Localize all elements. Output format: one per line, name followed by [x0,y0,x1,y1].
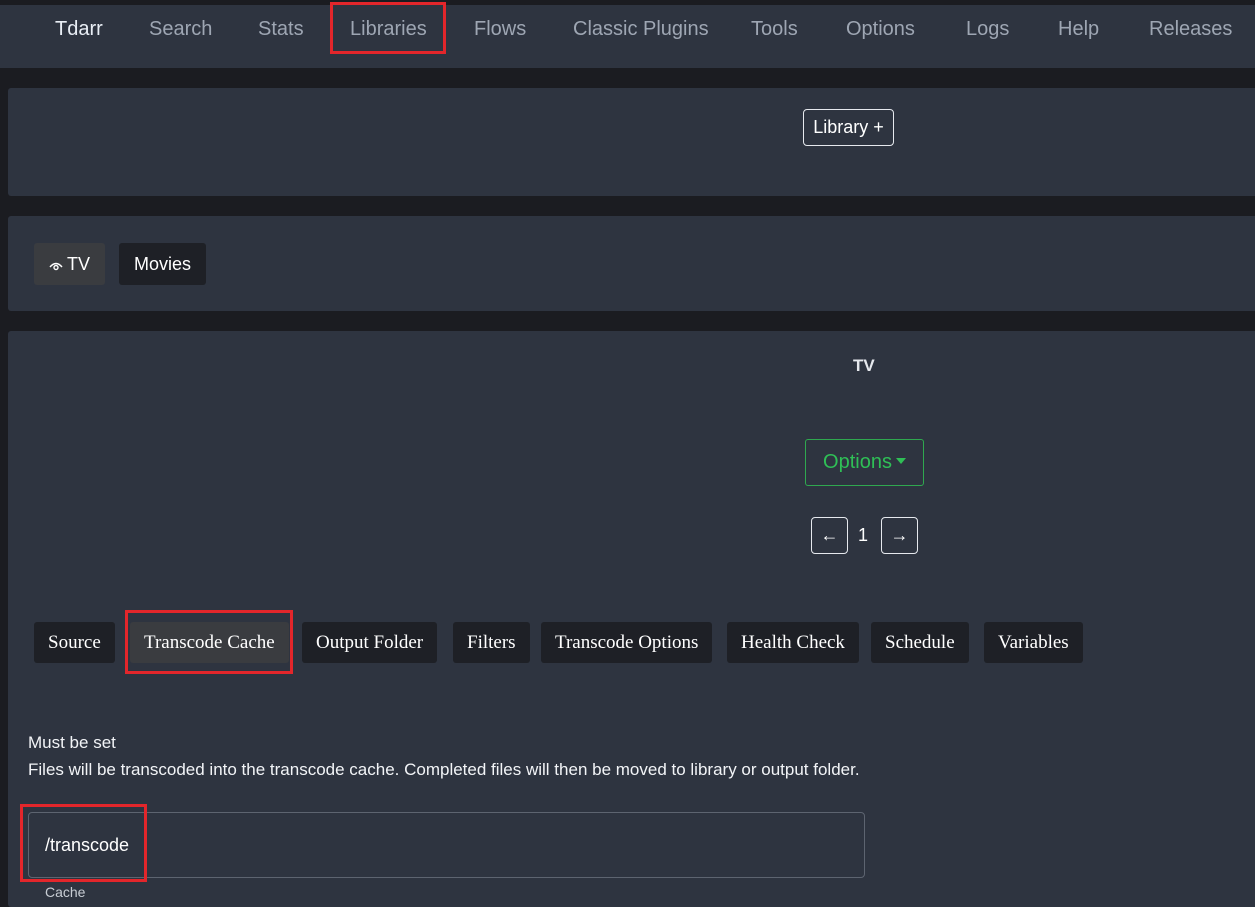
nav-item-releases[interactable]: Releases [1149,5,1232,53]
nav-brand-tdarr[interactable]: Tdarr [55,5,103,53]
top-nav: Tdarr Search Stats Libraries Flows Class… [0,5,1255,68]
tab-source[interactable]: Source [34,622,115,663]
library-chip-movies[interactable]: Movies [119,243,207,285]
tab-filters[interactable]: Filters [453,622,530,663]
caret-down-icon [895,458,906,465]
next-page-button[interactable]: → [881,517,918,554]
library-list-panel: TV Movies [8,216,1255,311]
nav-item-search[interactable]: Search [149,5,212,53]
tab-transcode-cache[interactable]: Transcode Cache [130,622,289,663]
options-dropdown-button[interactable]: Options [805,439,924,486]
transcode-cache-input[interactable] [28,812,865,878]
nav-item-stats[interactable]: Stats [258,5,304,53]
nav-item-options[interactable]: Options [846,5,915,53]
cache-description: Files will be transcoded into the transc… [28,760,860,779]
nav-item-classic-plugins[interactable]: Classic Plugins [573,5,709,53]
eye-icon [49,244,63,286]
tab-variables[interactable]: Variables [984,622,1083,663]
nav-item-libraries[interactable]: Libraries [350,5,427,53]
page-number: 1 [858,525,869,545]
nav-item-help[interactable]: Help [1058,5,1099,53]
cache-field-label: Cache [45,884,86,900]
tab-health-check[interactable]: Health Check [727,622,859,663]
add-library-button[interactable]: Library + [803,109,894,146]
nav-item-tools[interactable]: Tools [751,5,798,53]
library-add-panel: Library + [8,88,1255,196]
nav-item-flows[interactable]: Flows [474,5,526,53]
prev-page-button[interactable]: ← [811,517,848,554]
nav-item-logs[interactable]: Logs [966,5,1009,53]
tab-output-folder[interactable]: Output Folder [302,622,438,663]
tab-schedule[interactable]: Schedule [871,622,969,663]
cache-required-note: Must be set [28,733,116,752]
library-chip-tv-label: TV [67,254,91,274]
options-label: Options [823,451,892,473]
tab-transcode-options[interactable]: Transcode Options [541,622,713,663]
library-chip-tv[interactable]: TV [34,243,106,286]
library-title: TV [853,356,875,375]
